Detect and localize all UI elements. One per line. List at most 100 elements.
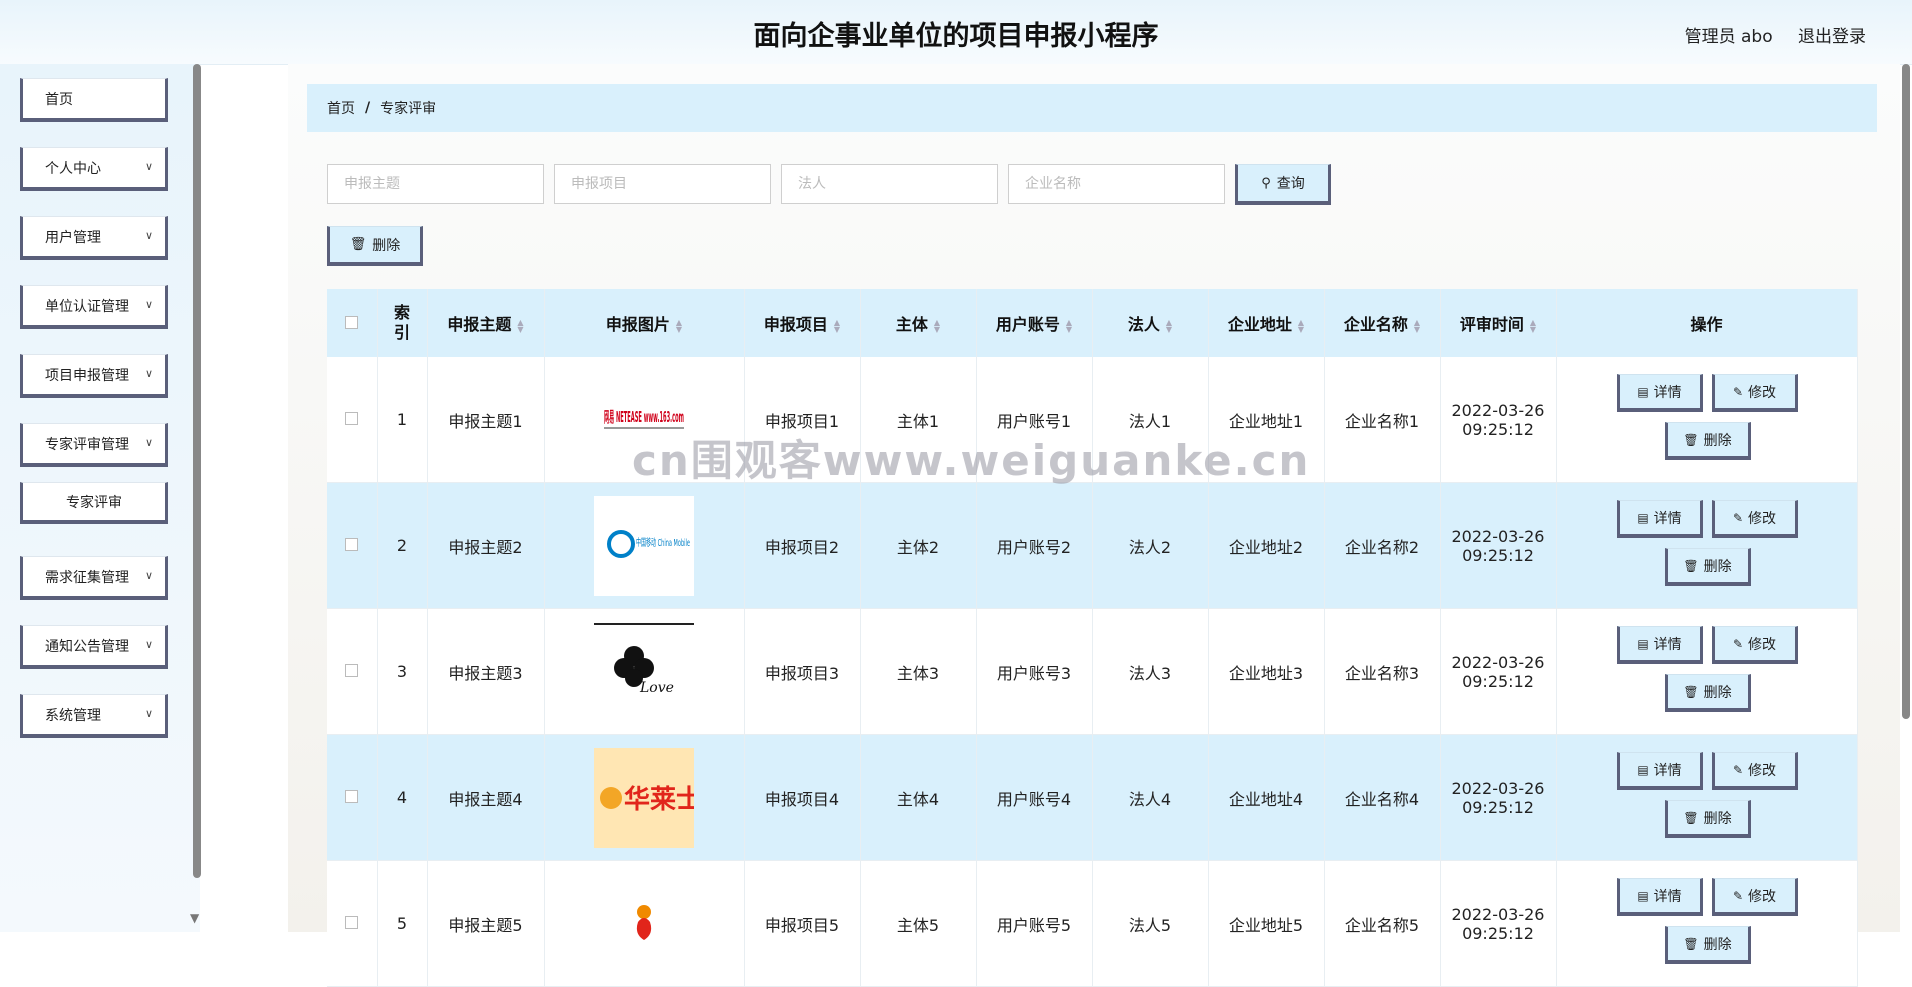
row-checkbox[interactable] — [345, 790, 359, 803]
admin-user-label: 管理员 abo — [1684, 27, 1773, 47]
column-header-project[interactable]: 申报项目 ▲ ▼ — [744, 289, 861, 357]
project-search-input[interactable] — [554, 164, 771, 204]
sidebar-scrollbar[interactable] — [193, 64, 201, 878]
edit-button[interactable]: ✎ 修改 — [1711, 752, 1798, 790]
pencil-icon: ✎ — [1732, 384, 1744, 399]
batch-delete-button[interactable]: 🗑 删除 — [327, 226, 423, 266]
batch-delete-label: 删除 — [372, 237, 401, 254]
query-button[interactable]: ⚲ 查询 — [1235, 164, 1331, 205]
sort-icon[interactable]: ▲ ▼ — [676, 318, 682, 333]
main-scrollbar[interactable] — [1902, 64, 1910, 719]
detail-button[interactable]: ▤ 详情 — [1616, 500, 1703, 538]
column-header-review-time[interactable]: 评审时间 ▲ ▼ — [1440, 289, 1557, 357]
cell-project: 申报项目1 — [744, 357, 861, 483]
cell-index: 1 — [377, 357, 428, 483]
sidebar-item-system-management[interactable]: 系统管理 ∨ — [20, 694, 168, 738]
edit-button[interactable]: ✎ 修改 — [1711, 374, 1798, 412]
delete-button[interactable]: 🗑 删除 — [1664, 548, 1751, 586]
sidebar-subitem-expert-review[interactable]: 专家评审 — [20, 482, 168, 524]
cell-project: 申报项目4 — [744, 734, 861, 861]
select-all-checkbox[interactable] — [345, 315, 359, 329]
table-row: 5 申报主题5 申报项目5 主体5 用户账号5 法人5 企业地址5 企业名称5 … — [327, 860, 1858, 987]
sort-icon[interactable]: ▲ ▼ — [1066, 318, 1072, 333]
detail-button[interactable]: ▤ 详情 — [1616, 752, 1703, 790]
row-actions: ▤ 详情 ✎ 修改 🗑 删除 — [1557, 357, 1857, 482]
sort-icon[interactable]: ▲ ▼ — [934, 318, 940, 333]
logout-link[interactable]: 退出登录 — [1798, 27, 1866, 47]
company-search-input[interactable] — [1008, 164, 1225, 204]
table-row: 1 申报主题1 网易 NETEASE www.163.com 申报项目1 主体1… — [327, 357, 1858, 483]
edit-button[interactable]: ✎ 修改 — [1711, 500, 1798, 538]
edit-button[interactable]: ✎ 修改 — [1711, 626, 1798, 664]
subject-search-input[interactable] — [327, 164, 544, 204]
legal-person-search-input[interactable] — [781, 164, 998, 204]
cell-legal: 法人3 — [1092, 608, 1209, 735]
cell-legal: 法人2 — [1092, 482, 1209, 609]
row-actions: ▤ 详情 ✎ 修改 🗑 删除 — [1557, 735, 1857, 860]
sort-icon[interactable]: ▲ ▼ — [1414, 318, 1420, 333]
delete-button[interactable]: 🗑 删除 — [1664, 800, 1751, 838]
cell-index: 2 — [377, 482, 428, 609]
table-header-row: 索引 申报主题 ▲ ▼ 申报图片 ▲ ▼ 申报项目 ▲ ▼ 主体 ▲ ▼ 用户账号 ▲ ▼ 法人 ▲ ▼… — [327, 289, 1858, 357]
trash-icon: 🗑 — [1683, 558, 1699, 573]
detail-button[interactable]: ▤ 详情 — [1616, 374, 1703, 412]
cell-company: 企业名称3 — [1324, 608, 1441, 735]
detail-button[interactable]: ▤ 详情 — [1616, 878, 1703, 916]
sort-icon[interactable]: ▲ ▼ — [1166, 318, 1172, 333]
cell-subject: 申报主题4 — [427, 734, 545, 861]
cell-account: 用户账号5 — [976, 860, 1093, 987]
sort-icon[interactable]: ▲ ▼ — [834, 318, 840, 333]
column-header-address[interactable]: 企业地址 ▲ ▼ — [1208, 289, 1325, 357]
cell-address: 企业地址5 — [1208, 860, 1325, 987]
row-checkbox[interactable] — [345, 538, 359, 551]
scroll-down-arrow-icon[interactable]: ▼ — [190, 911, 199, 925]
sidebar-item-label: 专家评审管理 — [45, 436, 129, 453]
trash-icon: 🗑 — [349, 237, 367, 252]
document-icon: ▤ — [1637, 384, 1649, 399]
cell-company: 企业名称1 — [1324, 357, 1441, 483]
row-checkbox[interactable] — [345, 916, 359, 929]
row-checkbox[interactable] — [345, 664, 359, 677]
detail-button[interactable]: ▤ 详情 — [1616, 626, 1703, 664]
pencil-icon: ✎ — [1732, 888, 1744, 903]
trash-icon: 🗑 — [1683, 810, 1699, 825]
cell-review-time: 2022-03-26 09:25:12 — [1440, 357, 1557, 483]
sort-icon[interactable]: ▲ ▼ — [517, 318, 523, 333]
breadcrumb-home[interactable]: 首页 — [327, 98, 355, 118]
sort-icon[interactable]: ▲ ▼ — [1530, 318, 1536, 333]
column-header-company[interactable]: 企业名称 ▲ ▼ — [1324, 289, 1441, 357]
sidebar-item-demand-collection[interactable]: 需求征集管理 ∨ — [20, 556, 168, 600]
column-header-legal[interactable]: 法人 ▲ ▼ — [1092, 289, 1209, 357]
column-header-body[interactable]: 主体 ▲ ▼ — [860, 289, 977, 357]
document-icon: ▤ — [1637, 888, 1649, 903]
column-header-subject[interactable]: 申报主题 ▲ ▼ — [427, 289, 545, 357]
sidebar-item-expert-review[interactable]: 专家评审管理 ∨ — [20, 423, 168, 467]
sidebar-item-user-management[interactable]: 用户管理 ∨ — [20, 216, 168, 260]
sidebar-item-home[interactable]: 首页 — [20, 78, 168, 122]
column-header-image[interactable]: 申报图片 ▲ ▼ — [544, 289, 745, 357]
sidebar-item-notice-management[interactable]: 通知公告管理 ∨ — [20, 625, 168, 669]
expert-review-table: 索引 申报主题 ▲ ▼ 申报图片 ▲ ▼ 申报项目 ▲ ▼ 主体 ▲ ▼ 用户账号 ▲ ▼ 法人 ▲ ▼… — [327, 289, 1858, 987]
pencil-icon: ✎ — [1732, 636, 1744, 651]
cell-review-time: 2022-03-26 09:25:12 — [1440, 608, 1557, 735]
document-icon: ▤ — [1637, 510, 1649, 525]
delete-button[interactable]: 🗑 删除 — [1664, 422, 1751, 460]
mascot-logo-icon — [636, 904, 652, 940]
chevron-down-icon: ∨ — [144, 638, 153, 651]
delete-button[interactable]: 🗑 删除 — [1664, 674, 1751, 712]
cell-subject: 申报主题1 — [427, 357, 545, 483]
table-row: 3 申报主题3 Love 申报项目3 主体3 用户账号3 法人3 企业地址3 企… — [327, 608, 1858, 735]
cell-address: 企业地址3 — [1208, 608, 1325, 735]
sidebar-item-personal-center[interactable]: 个人中心 ∨ — [20, 147, 168, 191]
sidebar-item-project-application[interactable]: 项目申报管理 ∨ — [20, 354, 168, 398]
column-header-account[interactable]: 用户账号 ▲ ▼ — [976, 289, 1093, 357]
row-checkbox[interactable] — [345, 412, 359, 425]
select-all-cell[interactable] — [327, 289, 378, 357]
sidebar-item-label: 个人中心 — [45, 160, 101, 177]
cell-legal: 法人4 — [1092, 734, 1209, 861]
chevron-down-icon: ∨ — [144, 569, 153, 582]
sort-icon[interactable]: ▲ ▼ — [1298, 318, 1304, 333]
sidebar-item-unit-certification[interactable]: 单位认证管理 ∨ — [20, 285, 168, 329]
edit-button[interactable]: ✎ 修改 — [1711, 878, 1798, 916]
cell-subject: 申报主题3 — [427, 608, 545, 735]
